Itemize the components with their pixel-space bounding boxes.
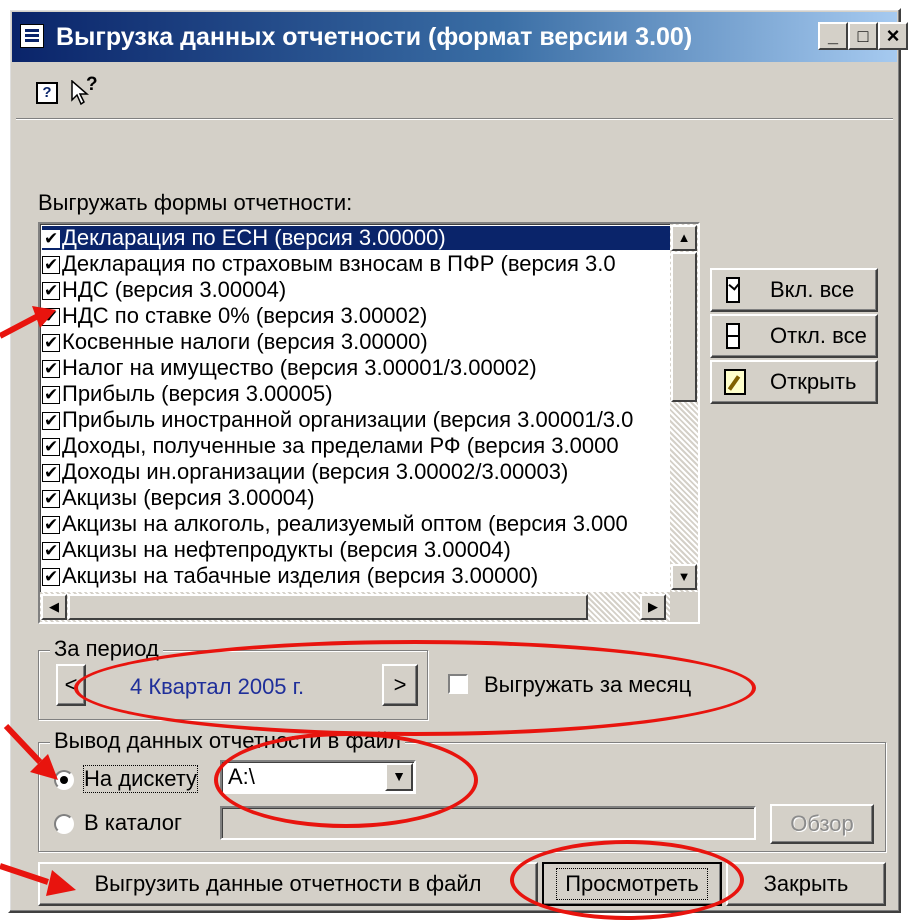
list-item-checkbox[interactable]: [42, 435, 60, 458]
toolbar: ? ?: [30, 74, 150, 108]
disable-all-label: Откл. все: [770, 323, 867, 348]
close-button[interactable]: Закрыть: [726, 862, 886, 906]
enable-all-button[interactable]: Вкл. все: [710, 268, 878, 312]
list-item[interactable]: Акцизы (версия 3.00004): [42, 486, 670, 510]
floppy-radio[interactable]: [54, 770, 74, 790]
list-item-label: Доходы ин.организации (версия 3.00002/3.…: [62, 460, 569, 484]
export-dialog: Выгрузка данных отчетности (формат верси…: [8, 8, 908, 913]
list-item-checkbox[interactable]: [42, 565, 60, 588]
list-item-checkbox[interactable]: [42, 383, 60, 406]
list-item-label: Налог на имущество (версия 3.00001/3.000…: [62, 356, 537, 380]
list-item[interactable]: Декларация по ЕСН (версия 3.00000): [42, 226, 670, 250]
edit-document-icon: [724, 369, 746, 395]
open-label: Открыть: [770, 369, 857, 394]
list-item-label: Акцизы (версия 3.00004): [62, 486, 315, 510]
list-item-checkbox[interactable]: [42, 409, 60, 432]
list-item-checkbox[interactable]: [42, 331, 60, 354]
list-item-checkbox[interactable]: [42, 487, 60, 510]
list-item[interactable]: Прибыль (версия 3.00005): [42, 382, 670, 406]
list-item-label: НДС по ставке 0% (версия 3.00002): [62, 304, 428, 328]
period-group-title: За период: [50, 636, 163, 662]
list-item-label: Доходы, полученные за пределами РФ (верс…: [62, 434, 619, 458]
horizontal-scroll-thumb[interactable]: [68, 594, 588, 620]
chevron-down-icon[interactable]: ▼: [385, 763, 413, 791]
list-item-checkbox[interactable]: [42, 227, 60, 250]
scroll-up-button[interactable]: ▲: [671, 225, 697, 251]
help-icon[interactable]: ?: [36, 82, 58, 104]
forms-vertical-scrollbar[interactable]: ▲ ▼: [670, 224, 698, 592]
preview-button[interactable]: Просмотреть: [542, 862, 722, 906]
month-checkbox-label[interactable]: Выгружать за месяц: [484, 672, 691, 698]
list-item-label: НДС (версия 3.00004): [62, 278, 287, 302]
list-item[interactable]: Доходы ин.организации (версия 3.00002/3.…: [42, 460, 670, 484]
list-item[interactable]: НДС по ставке 0% (версия 3.00002): [42, 304, 670, 328]
list-item-checkbox[interactable]: [42, 253, 60, 276]
list-item-label: Акцизы на табачные изделия (версия 3.000…: [62, 564, 539, 588]
month-checkbox[interactable]: [448, 674, 468, 694]
forms-horizontal-scrollbar[interactable]: ◀ ▶: [40, 592, 670, 622]
list-item-checkbox[interactable]: [42, 279, 60, 302]
scroll-left-button[interactable]: ◀: [41, 594, 67, 620]
forms-list-rows: Декларация по ЕСН (версия 3.00000)Деклар…: [40, 226, 672, 590]
scroll-thumb[interactable]: [671, 252, 697, 402]
title-bar[interactable]: Выгрузка данных отчетности (формат верси…: [12, 12, 908, 62]
catalog-radio-label[interactable]: В каталог: [84, 810, 182, 836]
list-item[interactable]: НДС (версия 3.00004): [42, 278, 670, 302]
list-item[interactable]: Акцизы на алкоголь, реализуемый оптом (в…: [42, 512, 670, 536]
list-item-checkbox[interactable]: [42, 305, 60, 328]
list-item[interactable]: Акцизы на нефтепродукты (версия 3.00004): [42, 538, 670, 562]
disable-all-button[interactable]: Откл. все: [710, 314, 878, 358]
list-item[interactable]: Прибыль иностранной организации (версия …: [42, 408, 670, 432]
forms-list-label: Выгружать формы отчетности:: [38, 190, 353, 215]
forms-list[interactable]: Декларация по ЕСН (версия 3.00000)Деклар…: [38, 222, 700, 624]
period-prev-button[interactable]: <: [56, 664, 86, 706]
list-item[interactable]: Доходы, полученные за пределами РФ (верс…: [42, 434, 670, 458]
browse-button[interactable]: Обзор: [770, 804, 874, 844]
list-item-checkbox[interactable]: [42, 357, 60, 380]
period-next-button[interactable]: >: [382, 664, 418, 706]
list-item-label: Декларация по страховым взносам в ПФР (в…: [62, 252, 616, 276]
floppy-drive-select[interactable]: A:\ ▼: [220, 760, 416, 794]
list-item[interactable]: Косвенные налоги (версия 3.00000): [42, 330, 670, 354]
catalog-radio[interactable]: [54, 814, 74, 834]
enable-all-icon: [726, 277, 740, 303]
app-icon: [20, 24, 44, 48]
list-item-label: Декларация по ЕСН (версия 3.00000): [62, 226, 446, 250]
whats-this-icon[interactable]: ?: [70, 74, 106, 106]
scroll-down-button[interactable]: ▼: [671, 564, 697, 590]
whats-this-question-mark: ?: [86, 74, 98, 95]
maximize-button[interactable]: □: [848, 22, 878, 50]
enable-all-label: Вкл. все: [770, 277, 855, 302]
minimize-button[interactable]: _: [818, 22, 848, 50]
open-button[interactable]: Открыть: [710, 360, 878, 404]
export-button[interactable]: Выгрузить данные отчетности в файл: [38, 862, 538, 906]
list-item-label: Прибыль (версия 3.00005): [62, 382, 333, 406]
floppy-drive-value: A:\: [228, 764, 255, 789]
list-item-checkbox[interactable]: [42, 539, 60, 562]
catalog-path-input[interactable]: [220, 806, 756, 840]
scroll-right-button[interactable]: ▶: [640, 594, 666, 620]
preview-label: Просмотреть: [556, 868, 708, 900]
list-item[interactable]: Декларация по страховым взносам в ПФР (в…: [42, 252, 670, 276]
period-value: 4 Квартал 2005 г.: [130, 674, 305, 699]
close-window-button[interactable]: ×: [878, 22, 908, 50]
list-item-checkbox[interactable]: [42, 513, 60, 536]
list-item-label: Косвенные налоги (версия 3.00000): [62, 330, 428, 354]
toolbar-separator: [16, 118, 893, 120]
list-item[interactable]: Акцизы на табачные изделия (версия 3.000…: [42, 564, 670, 588]
disable-all-icon: [726, 323, 740, 349]
floppy-radio-label[interactable]: На дискету: [82, 765, 199, 793]
list-item[interactable]: Налог на имущество (версия 3.00001/3.000…: [42, 356, 670, 380]
list-item-label: Акцизы на нефтепродукты (версия 3.00004): [62, 538, 511, 562]
output-group-title: Вывод данных отчетности в файл: [50, 728, 405, 754]
scroll-corner: [670, 592, 698, 622]
window-title: Выгрузка данных отчетности (формат верси…: [56, 23, 693, 51]
list-item-checkbox[interactable]: [42, 461, 60, 484]
list-item-label: Акцизы на алкоголь, реализуемый оптом (в…: [62, 512, 628, 536]
help-icon-glyph: ?: [42, 84, 52, 101]
list-item-label: Прибыль иностранной организации (версия …: [62, 408, 634, 432]
